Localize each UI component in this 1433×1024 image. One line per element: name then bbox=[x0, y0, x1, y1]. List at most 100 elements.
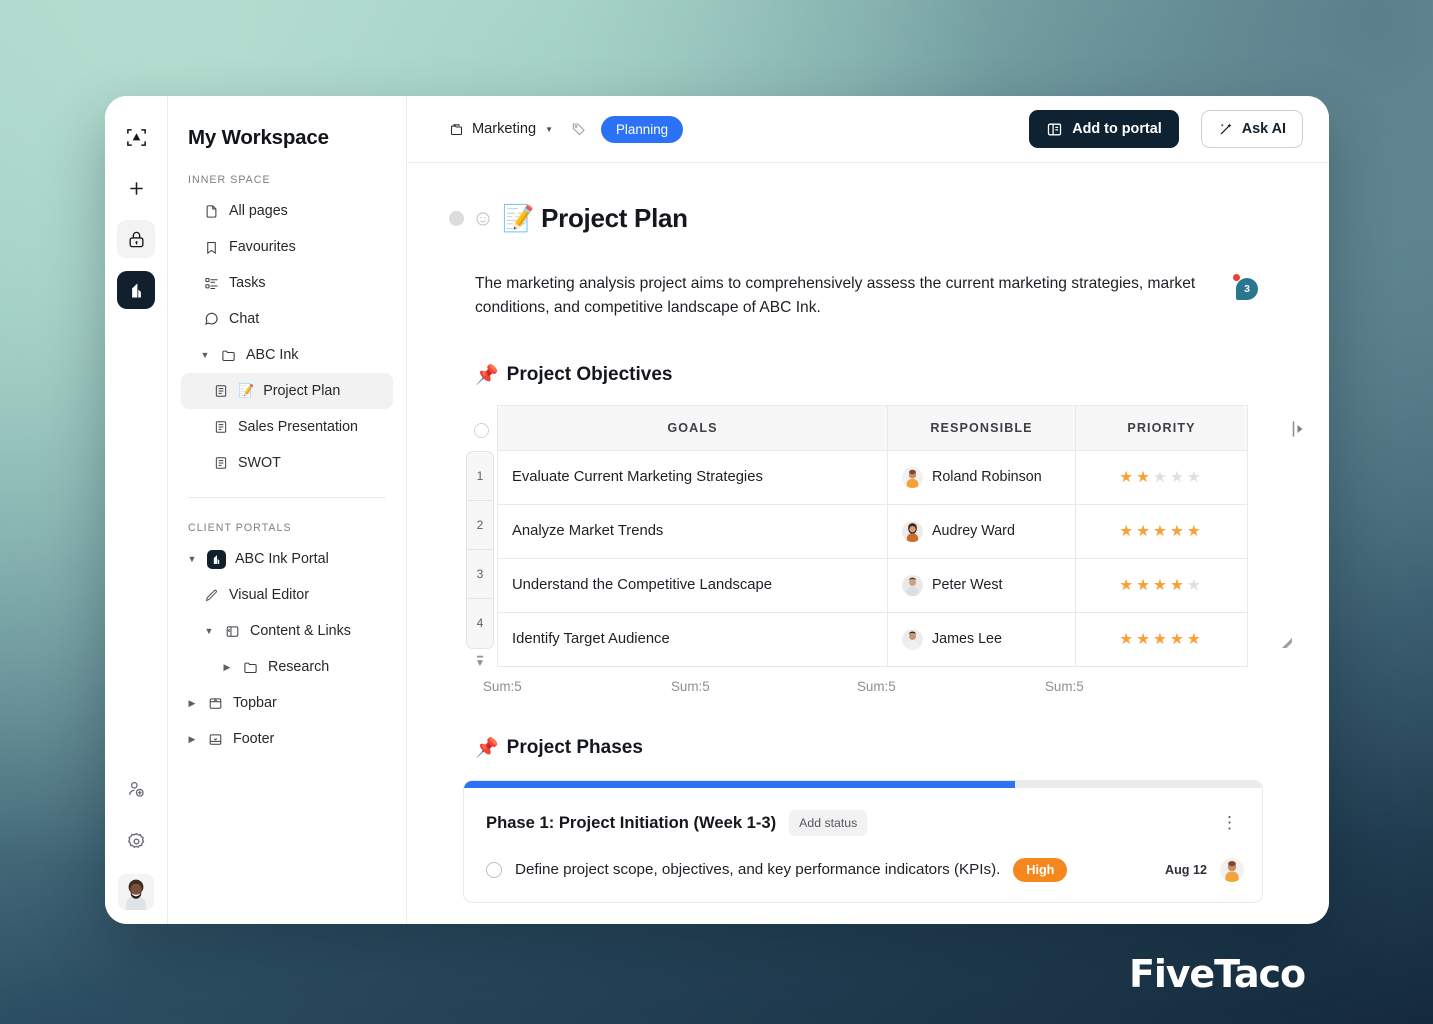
task-due-date[interactable]: Aug 12 bbox=[1165, 863, 1207, 877]
priority-stars[interactable]: ★★★★★ bbox=[1119, 577, 1204, 594]
cell-goal[interactable]: Analyze Market Trends bbox=[497, 503, 888, 559]
task-assignee-avatar[interactable] bbox=[1220, 857, 1244, 882]
lock-icon[interactable] bbox=[117, 220, 155, 258]
drag-handle-dot[interactable] bbox=[449, 211, 464, 226]
column-header-priority[interactable]: PRIORITY bbox=[1075, 404, 1248, 451]
avatar bbox=[902, 520, 923, 542]
user-avatar[interactable] bbox=[118, 874, 154, 910]
sidebar-item-footer[interactable]: ▶ Footer bbox=[181, 721, 393, 757]
cell-priority[interactable]: ★★★★★ bbox=[1075, 557, 1248, 613]
sum-responsible[interactable]: Sum:5 bbox=[857, 679, 1045, 694]
objectives-table: GOALS RESPONSIBLE PRIORITY Evaluate Curr… bbox=[497, 404, 1248, 667]
more-options-icon[interactable]: ⋮ bbox=[1221, 814, 1244, 832]
sum-rownum[interactable]: Sum:5 bbox=[483, 679, 671, 694]
cell-goal[interactable]: Identify Target Audience bbox=[497, 611, 888, 667]
add-to-portal-label: Add to portal bbox=[1072, 121, 1162, 137]
chevron-down-icon[interactable]: ▼ bbox=[203, 626, 215, 636]
chevron-right-icon[interactable]: ▶ bbox=[186, 698, 198, 709]
sidebar-item-label: Topbar bbox=[233, 695, 277, 711]
column-header-responsible[interactable]: RESPONSIBLE bbox=[887, 404, 1076, 451]
row-handle[interactable]: 3 bbox=[467, 550, 493, 599]
table-row[interactable]: Analyze Market Trends Audrey Ward ★★★★★ bbox=[497, 503, 1248, 559]
page-title-emoji: 📝 bbox=[502, 203, 535, 233]
sum-goals[interactable]: Sum:5 bbox=[671, 679, 857, 694]
task-checkbox[interactable] bbox=[486, 861, 502, 878]
sidebar-item-swot[interactable]: SWOT bbox=[181, 445, 393, 481]
add-row-icon[interactable]: ━ ▼ bbox=[475, 652, 485, 668]
priority-stars[interactable]: ★★★★★ bbox=[1119, 631, 1204, 648]
cell-priority[interactable]: ★★★★★ bbox=[1075, 449, 1248, 505]
sidebar-item-abc-ink[interactable]: ▼ ABC Ink bbox=[181, 337, 393, 373]
sidebar-item-research[interactable]: ▶ Research bbox=[181, 649, 393, 685]
sidebar-item-topbar[interactable]: ▶ Topbar bbox=[181, 685, 393, 721]
chevron-down-icon[interactable]: ▼ bbox=[186, 554, 198, 564]
sidebar-item-abc-ink-portal[interactable]: ▼ ABC Ink Portal bbox=[181, 541, 393, 577]
page-description[interactable]: The marketing analysis project aims to c… bbox=[475, 272, 1220, 321]
phase-title[interactable]: Phase 1: Project Initiation (Week 1-3) bbox=[486, 813, 776, 833]
sidebar-item-favourites[interactable]: Favourites bbox=[181, 229, 393, 265]
sidebar-section-client-portals: CLIENT PORTALS bbox=[188, 522, 292, 534]
priority-stars[interactable]: ★★★★★ bbox=[1119, 469, 1204, 486]
row-handle[interactable]: 1 bbox=[467, 452, 493, 501]
sum-priority[interactable]: Sum:5 bbox=[1045, 679, 1084, 694]
sidebar-item-content-links[interactable]: ▼ Content & Links bbox=[181, 613, 393, 649]
resize-corner-icon[interactable] bbox=[1281, 637, 1293, 649]
chevron-down-icon[interactable]: ▼ bbox=[199, 350, 211, 360]
unread-dot-icon bbox=[1233, 274, 1240, 281]
sidebar-item-project-plan[interactable]: 📝 Project Plan bbox=[181, 373, 393, 409]
table-summary-row: Sum:5 Sum:5 Sum:5 Sum:5 bbox=[483, 679, 1233, 694]
page-title-text: Project Plan bbox=[541, 203, 688, 233]
sidebar-item-label: Project Plan bbox=[263, 383, 341, 399]
table-row[interactable]: Evaluate Current Marketing Strategies Ro… bbox=[497, 449, 1248, 505]
objectives-table-wrapper: 1 2 3 4 ━ ▼ GOALS RESPONSIBLE PRIORITY E… bbox=[449, 404, 1303, 668]
add-status-button[interactable]: Add status bbox=[789, 809, 868, 836]
add-to-portal-button[interactable]: Add to portal bbox=[1029, 110, 1179, 148]
footer-icon bbox=[207, 731, 224, 748]
status-tag[interactable]: Planning bbox=[601, 115, 684, 143]
folder-icon bbox=[220, 347, 237, 364]
sidebar-section-inner-space: INNER SPACE bbox=[188, 174, 271, 186]
tasks-icon bbox=[203, 275, 220, 292]
chevron-down-icon[interactable]: ▼ bbox=[545, 125, 553, 134]
chevron-right-icon[interactable]: ▶ bbox=[221, 662, 233, 673]
column-header-goals[interactable]: GOALS bbox=[497, 404, 888, 451]
table-row[interactable]: Understand the Competitive Landscape Pet… bbox=[497, 557, 1248, 613]
sidebar-item-all-pages[interactable]: All pages bbox=[181, 193, 393, 229]
topbar-icon bbox=[207, 695, 224, 712]
settings-gear-icon[interactable] bbox=[117, 822, 155, 860]
sidebar-item-sales-presentation[interactable]: Sales Presentation bbox=[181, 409, 393, 445]
phase-card: Phase 1: Project Initiation (Week 1-3) A… bbox=[463, 779, 1263, 903]
add-icon[interactable] bbox=[117, 169, 155, 207]
responsible-name: Roland Robinson bbox=[932, 469, 1042, 486]
cell-responsible[interactable]: Roland Robinson bbox=[887, 449, 1076, 505]
invite-user-icon[interactable] bbox=[117, 770, 155, 808]
breadcrumb[interactable]: Marketing ▼ bbox=[449, 121, 553, 137]
cell-priority[interactable]: ★★★★★ bbox=[1075, 611, 1248, 667]
row-handle[interactable]: 4 bbox=[467, 599, 493, 648]
row-handle[interactable]: 2 bbox=[467, 501, 493, 550]
sidebar-item-visual-editor[interactable]: Visual Editor bbox=[181, 577, 393, 613]
comment-badge[interactable]: 3 bbox=[1233, 274, 1258, 300]
responsible-name: James Lee bbox=[932, 631, 1002, 648]
ask-ai-button[interactable]: Ask AI bbox=[1200, 110, 1303, 148]
priority-badge[interactable]: High bbox=[1013, 857, 1068, 882]
chevron-right-icon[interactable]: ▶ bbox=[186, 734, 198, 745]
cell-goal[interactable]: Understand the Competitive Landscape bbox=[497, 557, 888, 613]
cell-priority[interactable]: ★★★★★ bbox=[1075, 503, 1248, 559]
sidebar-item-chat[interactable]: Chat bbox=[181, 301, 393, 337]
add-column-icon[interactable] bbox=[1292, 420, 1305, 437]
task-row[interactable]: Define project scope, objectives, and ke… bbox=[464, 844, 1262, 902]
sidebar-item-tasks[interactable]: Tasks bbox=[181, 265, 393, 301]
emoji-picker-icon[interactable] bbox=[475, 211, 491, 227]
cell-responsible[interactable]: Audrey Ward bbox=[887, 503, 1076, 559]
cell-goal[interactable]: Evaluate Current Marketing Strategies bbox=[497, 449, 888, 505]
sidebar-item-label: Chat bbox=[229, 311, 260, 327]
main-area: Marketing ▼ Planning Add to portal Ask A… bbox=[407, 96, 1329, 924]
portal-icon[interactable] bbox=[117, 271, 155, 309]
cell-responsible[interactable]: Peter West bbox=[887, 557, 1076, 613]
logo-icon[interactable] bbox=[117, 118, 155, 156]
table-row[interactable]: Identify Target Audience James Lee ★★★★★ bbox=[497, 611, 1248, 667]
cell-responsible[interactable]: James Lee bbox=[887, 611, 1076, 667]
select-all-circle[interactable] bbox=[474, 422, 489, 438]
priority-stars[interactable]: ★★★★★ bbox=[1119, 523, 1204, 540]
